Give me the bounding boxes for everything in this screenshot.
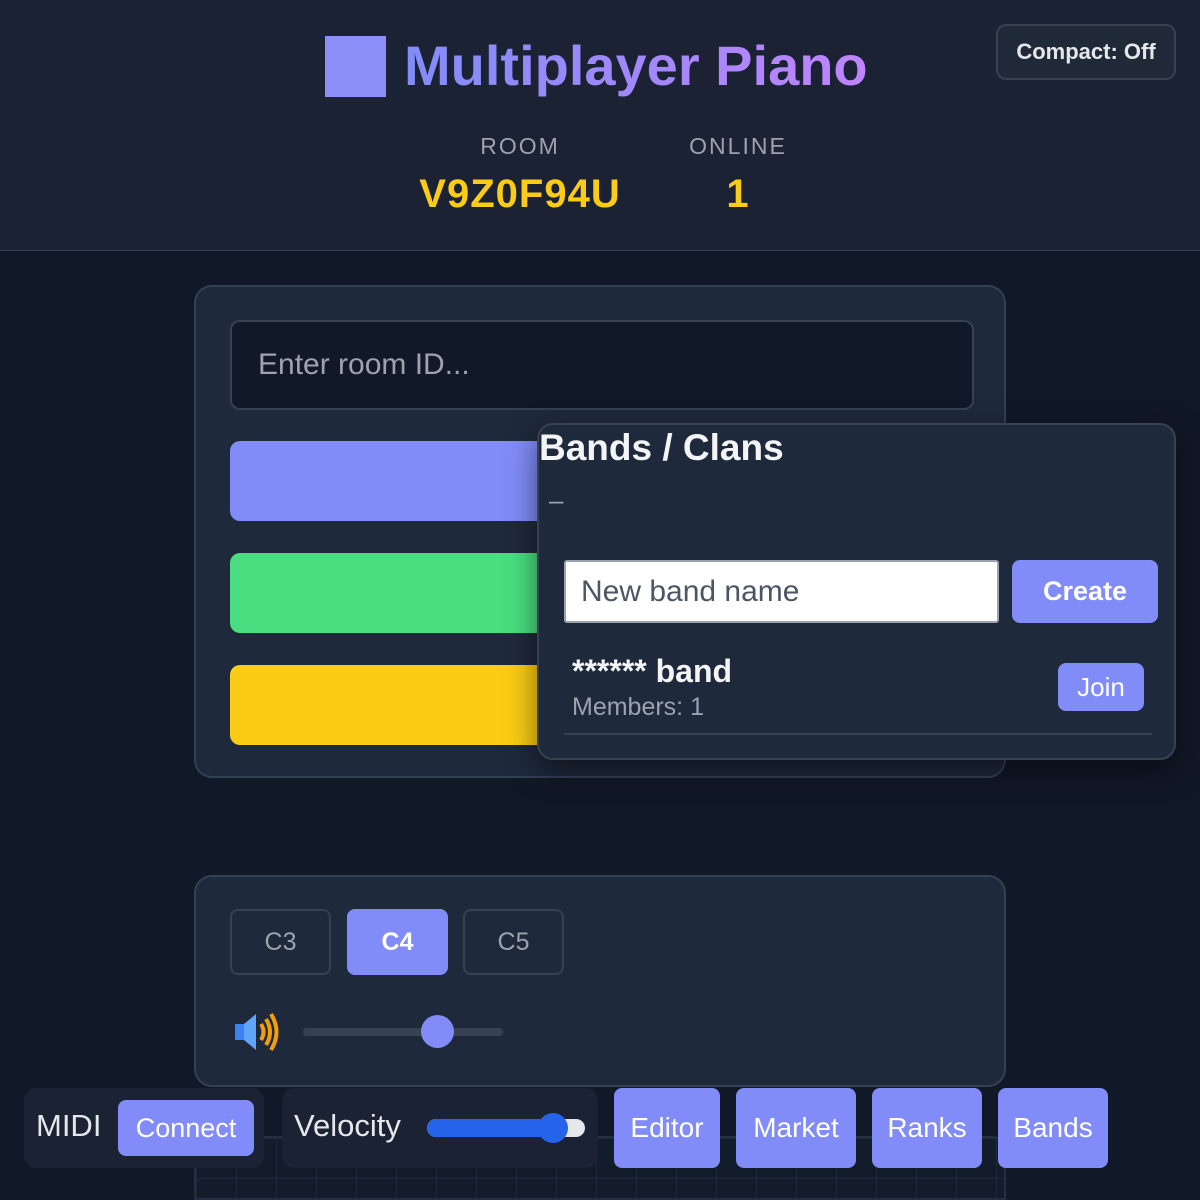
bands-button[interactable]: Bands [998, 1088, 1108, 1168]
volume-slider-thumb[interactable] [421, 1015, 454, 1048]
velocity-group: Velocity [282, 1088, 598, 1168]
bands-panel: Bands / Clans – New band name Create ***… [537, 423, 1176, 760]
bands-panel-title: Bands / Clans [539, 427, 784, 468]
midi-group: MIDI Connect [24, 1088, 264, 1168]
room-id-value: V9Z0F94U [419, 172, 621, 216]
room-label: ROOM [480, 133, 560, 159]
midi-connect-button[interactable]: Connect [118, 1100, 254, 1156]
ranks-button[interactable]: Ranks [872, 1088, 982, 1168]
online-label: ONLINE [689, 133, 787, 159]
velocity-slider-fill [427, 1119, 554, 1137]
octave-c4-button[interactable]: C4 [347, 909, 448, 975]
compact-toggle-button[interactable]: Compact: Off [996, 24, 1176, 80]
market-button[interactable]: Market [736, 1088, 856, 1168]
controls-card: C3 C4 C5 [194, 875, 1006, 1087]
velocity-slider-thumb[interactable] [538, 1113, 569, 1143]
band-list-item: ****** band Members: 1 Join [564, 647, 1152, 735]
room-id-input[interactable]: Enter room ID... [230, 320, 974, 410]
midi-label: MIDI [36, 1108, 102, 1143]
velocity-label: Velocity [294, 1108, 401, 1143]
volume-slider-track[interactable] [303, 1028, 503, 1036]
app-header: Multiplayer Piano Compact: Off ROOM V9Z0… [0, 0, 1200, 251]
speaker-icon [232, 1007, 282, 1057]
room-stat: ROOM V9Z0F94U [400, 133, 640, 217]
band-name: ****** band [572, 653, 733, 689]
create-band-button[interactable]: Create [1012, 560, 1158, 623]
app-title: Multiplayer Piano [404, 30, 868, 102]
octave-c5-button[interactable]: C5 [463, 909, 564, 975]
logo-icon [325, 36, 386, 97]
join-band-button[interactable]: Join [1058, 663, 1144, 711]
band-members: Members: 1 [572, 693, 704, 721]
new-band-name-input[interactable]: New band name [564, 560, 999, 623]
online-count-value: 1 [726, 172, 750, 216]
octave-c3-button[interactable]: C3 [230, 909, 331, 975]
editor-button[interactable]: Editor [614, 1088, 720, 1168]
online-stat: ONLINE 1 [668, 133, 808, 217]
minimize-icon[interactable]: – [549, 485, 563, 516]
